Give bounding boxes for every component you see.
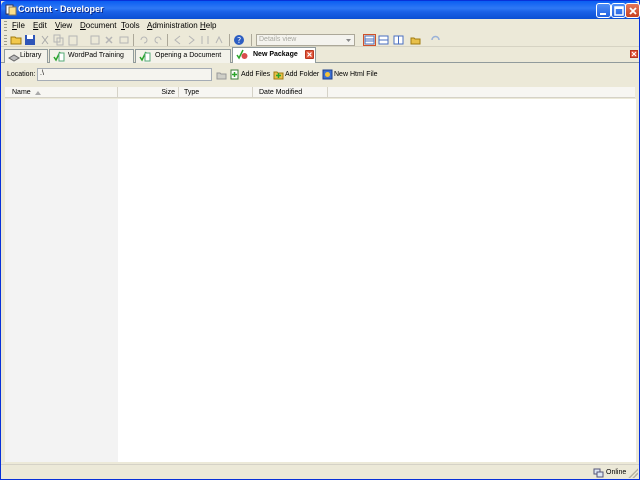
tab-new-package[interactable]: New Package <box>232 47 316 63</box>
minimize-icon <box>600 13 606 15</box>
checked-document-icon <box>139 51 151 62</box>
toolbar-separator <box>133 34 134 46</box>
menu-administration[interactable]: Administration <box>147 21 198 30</box>
redo-icon[interactable] <box>152 34 164 46</box>
close-panel-button[interactable] <box>630 50 638 58</box>
maximize-button[interactable] <box>611 3 626 18</box>
toolbar-grip[interactable] <box>4 35 7 45</box>
properties-icon[interactable] <box>89 34 101 46</box>
menu-grip[interactable] <box>4 21 7 31</box>
sort-icon[interactable] <box>199 34 211 46</box>
cut-icon[interactable] <box>39 34 51 46</box>
application-window: Content - Developer File Edit View Docum… <box>0 0 640 480</box>
menu-file[interactable]: File <box>12 21 25 30</box>
rename-icon[interactable] <box>118 34 130 46</box>
html-file-icon <box>322 69 333 80</box>
library-icon <box>8 54 20 62</box>
menu-edit[interactable]: Edit <box>33 21 47 30</box>
tab-library[interactable]: Library <box>4 49 48 63</box>
checked-document-icon <box>53 51 65 62</box>
menu-tools[interactable]: Tools <box>121 21 140 30</box>
spell-check-icon[interactable] <box>214 34 226 46</box>
menu-document[interactable]: Document <box>80 21 116 30</box>
close-icon <box>631 51 637 57</box>
folder-browse-icon[interactable] <box>216 70 227 80</box>
close-tab-button[interactable] <box>305 50 314 59</box>
folder-up-icon <box>410 37 421 45</box>
toolbar-separator <box>251 34 252 46</box>
details-view-icon <box>364 35 375 45</box>
resize-grip[interactable] <box>628 468 638 478</box>
paste-icon[interactable] <box>67 34 79 46</box>
view-mode-select[interactable]: Details view <box>256 34 355 46</box>
column-size[interactable]: Size <box>118 87 179 98</box>
forward-icon[interactable] <box>185 34 197 46</box>
sort-ascending-icon <box>35 91 41 95</box>
save-icon[interactable] <box>24 34 36 46</box>
file-list-pane[interactable] <box>118 99 636 462</box>
network-online-icon <box>593 468 604 478</box>
menu-bar: File Edit View Document Tools Administra… <box>1 19 639 33</box>
add-files-button[interactable]: Add Files <box>229 68 271 82</box>
split-view-button[interactable] <box>392 34 405 46</box>
file-list-header: Name Size Type Date Modified <box>5 87 635 98</box>
column-date-modified[interactable]: Date Modified <box>253 87 328 98</box>
chevron-down-icon <box>346 39 351 42</box>
close-icon <box>629 7 637 15</box>
status-bar: Online <box>1 464 639 479</box>
checked-package-icon <box>236 49 248 60</box>
split-view-icon <box>393 35 404 45</box>
refresh-button[interactable] <box>429 34 442 46</box>
open-folder-icon[interactable] <box>10 34 22 46</box>
help-icon[interactable]: ? <box>233 34 245 46</box>
document-tabs: Library WordPad Training Opening a Docum… <box>1 47 639 63</box>
menu-view[interactable]: View <box>55 21 72 30</box>
column-name[interactable]: Name <box>5 87 118 98</box>
delete-icon[interactable] <box>103 34 115 46</box>
app-icon <box>5 4 17 16</box>
view-mode-value: Details view <box>259 36 297 43</box>
add-folder-button[interactable]: Add Folder <box>273 68 321 82</box>
location-bar: Location: .\ Add Files Add Folder New Ht… <box>1 64 639 86</box>
minimize-button[interactable] <box>596 3 611 18</box>
location-label: Location: <box>7 71 36 78</box>
maximize-icon <box>614 6 624 16</box>
window-title: Content - Developer <box>18 4 104 14</box>
column-type[interactable]: Type <box>179 87 253 98</box>
refresh-icon <box>431 35 440 41</box>
folder-up-button[interactable] <box>409 34 422 46</box>
tab-opening-a-document[interactable]: Opening a Document <box>135 49 231 63</box>
close-button[interactable] <box>625 3 640 18</box>
list-view-button[interactable] <box>377 34 390 46</box>
title-bar[interactable]: Content - Developer <box>1 1 640 19</box>
location-input[interactable]: .\ <box>37 68 212 81</box>
undo-icon[interactable] <box>138 34 150 46</box>
tab-wordpad-training[interactable]: WordPad Training <box>49 49 134 63</box>
add-folder-icon <box>273 71 284 80</box>
connection-status: Online <box>606 469 627 476</box>
add-files-icon <box>230 69 239 80</box>
toolbar: ? Details view <box>1 33 639 47</box>
svg-text:?: ? <box>237 36 241 45</box>
new-html-file-button[interactable]: New Html File <box>322 68 380 82</box>
details-view-button[interactable] <box>363 34 376 46</box>
close-icon <box>307 52 312 57</box>
toolbar-separator <box>229 34 230 46</box>
list-view-icon <box>378 35 389 45</box>
menu-help[interactable]: Help <box>200 21 216 30</box>
copy-icon[interactable] <box>53 34 65 46</box>
toolbar-separator <box>167 34 168 46</box>
back-icon[interactable] <box>172 34 184 46</box>
name-column-pane[interactable] <box>5 99 118 462</box>
